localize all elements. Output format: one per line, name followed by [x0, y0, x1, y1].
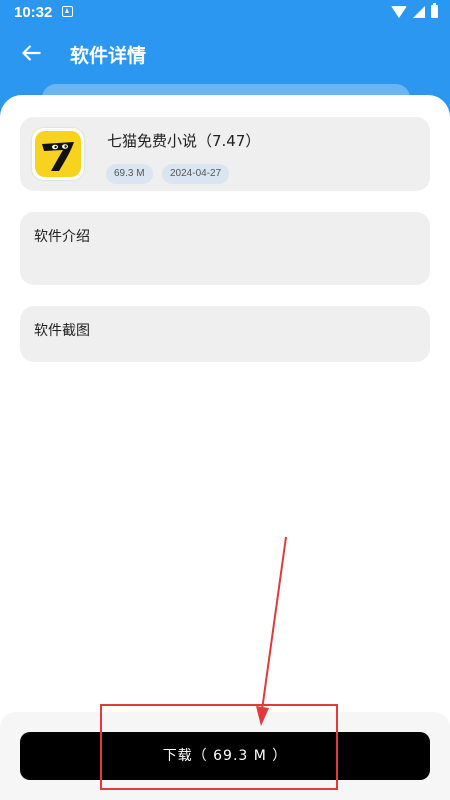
wifi-icon: [391, 5, 407, 18]
annotation-highlight-box: [100, 704, 338, 790]
page-title: 软件详情: [70, 45, 147, 67]
date-badge: 2024-04-27: [162, 164, 230, 184]
status-bar: 10:32: [0, 0, 450, 26]
battery-icon: [431, 3, 438, 18]
back-arrow-icon[interactable]: [18, 40, 44, 66]
signal-icon: [413, 5, 425, 18]
notification-icon: [62, 6, 73, 17]
intro-section-title: 软件介绍: [34, 229, 90, 245]
content-sheet: 七猫免费小说（7.47） 69.3 M 2024-04-27 软件介绍 软件截图: [0, 95, 450, 800]
app-info-card: 七猫免费小说（7.47） 69.3 M 2024-04-27: [20, 117, 430, 191]
qimao-app-icon: [32, 128, 84, 180]
status-icons: [391, 3, 438, 18]
size-badge: 69.3 M: [106, 164, 153, 184]
app-name: 七猫免费小说（7.47）: [107, 132, 261, 150]
app-bar: 软件详情: [0, 26, 450, 82]
screenshots-section: 软件截图: [20, 306, 430, 362]
status-time: 10:32: [14, 4, 53, 21]
screenshots-section-title: 软件截图: [34, 323, 90, 339]
intro-section: 软件介绍: [20, 212, 430, 285]
